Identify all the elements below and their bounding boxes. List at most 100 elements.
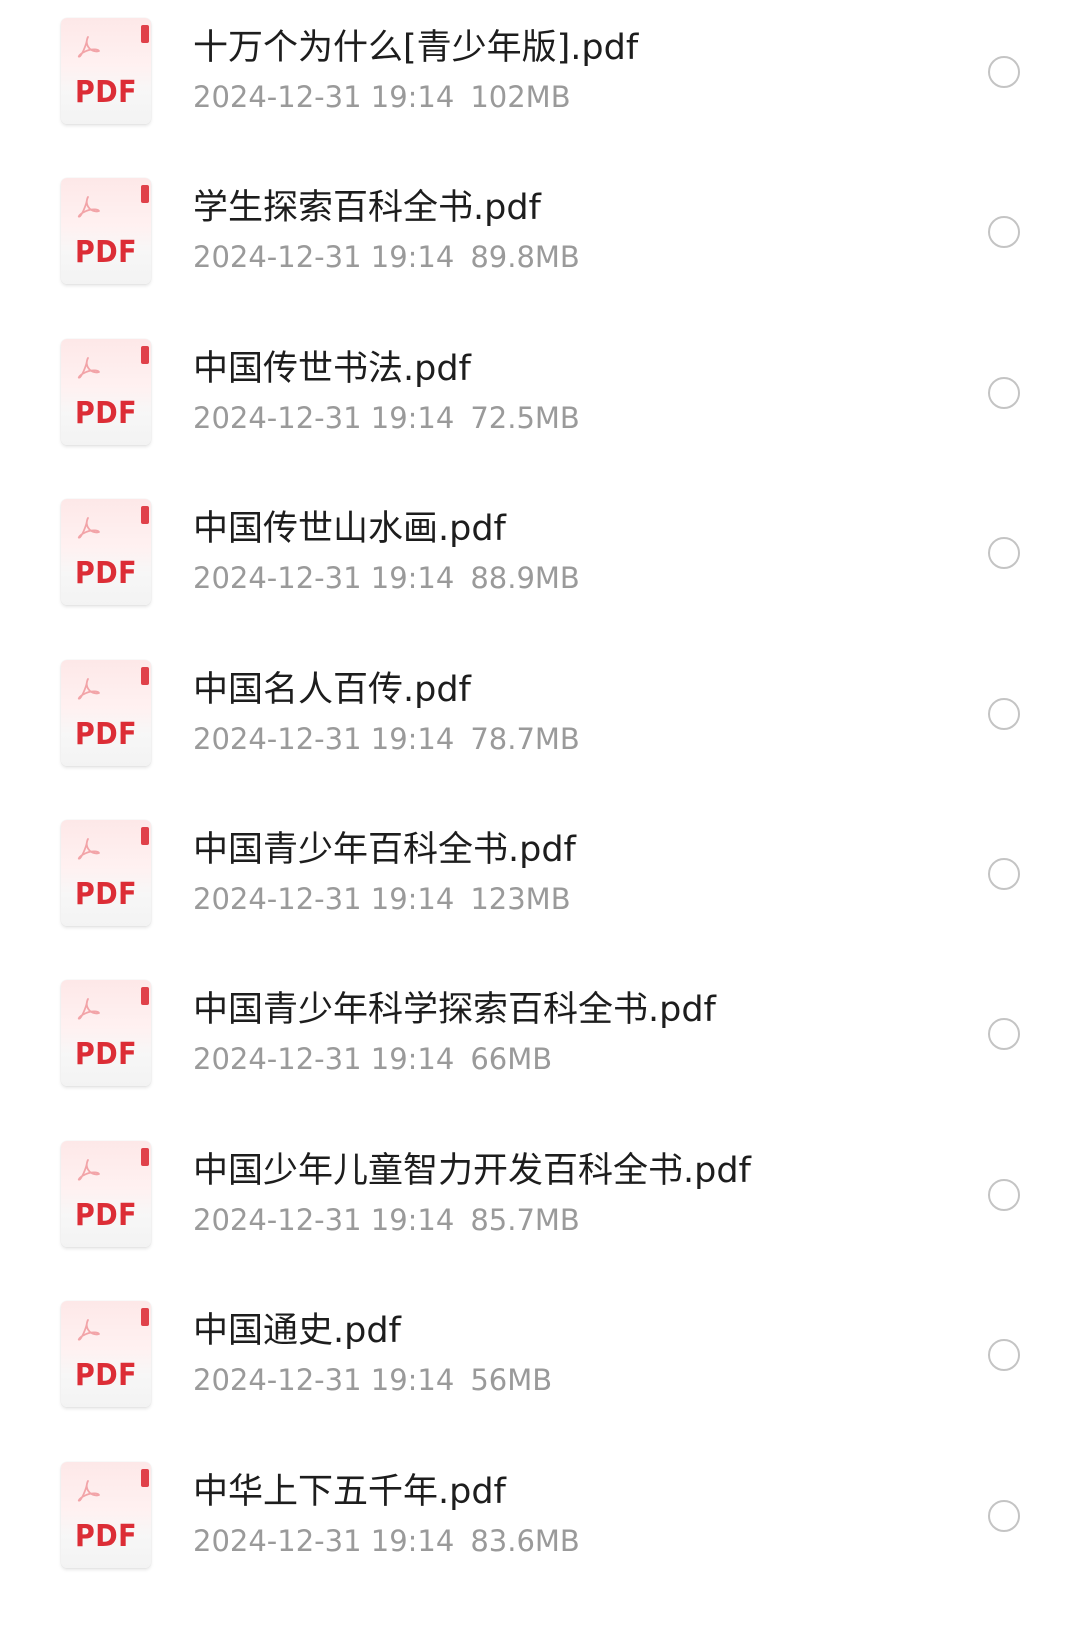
- pdf-icon-label: PDF: [74, 1358, 137, 1394]
- pdf-file-icon: PDF: [61, 178, 151, 285]
- select-radio-button[interactable]: [988, 216, 1020, 249]
- file-size: 89.8MB: [470, 240, 580, 275]
- file-meta: 2024-12-31 19:14 56MB: [193, 1360, 552, 1400]
- file-list-item[interactable]: PDF 中国通史.pdf 2024-12-31 19:14 56MB: [0, 1283, 1080, 1452]
- pdf-icon-label: PDF: [74, 1197, 137, 1233]
- pdf-icon-label: PDF: [74, 235, 137, 271]
- file-meta: 2024-12-31 19:14 85.7MB: [193, 1200, 580, 1240]
- file-date: 2024-12-31 19:14: [193, 721, 455, 756]
- file-size: 88.9MB: [470, 561, 580, 596]
- file-date: 2024-12-31 19:14: [193, 882, 455, 916]
- select-radio-button[interactable]: [988, 1339, 1020, 1372]
- file-list-item[interactable]: PDF 学生探索百科全书.pdf 2024-12-31 19:14 89.8MB: [0, 160, 1080, 329]
- file-date: 2024-12-31 19:14: [193, 240, 455, 275]
- pdf-icon-label: PDF: [74, 556, 137, 592]
- file-name: 学生探索百科全书.pdf: [193, 188, 541, 229]
- pdf-corner-tab: [141, 1468, 149, 1487]
- file-list-item[interactable]: PDF 中国传世山水画.pdf 2024-12-31 19:14 88.9MB: [0, 481, 1080, 650]
- file-list-item[interactable]: PDF 十万个为什么[青少年版].pdf 2024-12-31 19:14 102…: [0, 0, 1080, 169]
- pdf-file-icon: PDF: [61, 18, 151, 124]
- file-date: 2024-12-31 19:14: [193, 1202, 455, 1237]
- file-name: 中国青少年科学探索百科全书.pdf: [193, 990, 716, 1031]
- pdf-corner-tab: [141, 987, 149, 1006]
- pdf-file-icon: PDF: [61, 499, 151, 606]
- acrobat-logo-icon: [77, 36, 100, 58]
- file-date: 2024-12-31 19:14: [193, 1363, 455, 1398]
- file-name: 中国名人百传.pdf: [193, 669, 471, 710]
- acrobat-logo-icon: [77, 1479, 100, 1502]
- select-radio-button[interactable]: [988, 56, 1020, 88]
- pdf-file-icon: PDF: [61, 338, 151, 445]
- file-meta: 2024-12-31 19:14 89.8MB: [193, 237, 580, 277]
- select-radio-button[interactable]: [988, 1018, 1020, 1051]
- file-size: 72.5MB: [470, 400, 580, 435]
- pdf-icon-label: PDF: [74, 395, 137, 431]
- pdf-corner-tab: [141, 666, 149, 685]
- pdf-file-icon: PDF: [61, 1140, 151, 1247]
- acrobat-logo-icon: [77, 356, 100, 379]
- file-date: 2024-12-31 19:14: [193, 1042, 455, 1077]
- pdf-corner-tab: [141, 25, 149, 43]
- select-radio-button[interactable]: [988, 376, 1020, 409]
- acrobat-logo-icon: [77, 517, 100, 539]
- pdf-file-icon: PDF: [61, 659, 151, 766]
- acrobat-logo-icon: [77, 1319, 100, 1341]
- file-meta: 2024-12-31 19:14 88.9MB: [193, 558, 580, 598]
- file-name: 十万个为什么[青少年版].pdf: [193, 28, 639, 68]
- file-size: 56MB: [470, 1363, 553, 1398]
- pdf-icon-label: PDF: [74, 716, 137, 752]
- acrobat-logo-icon: [77, 998, 100, 1020]
- file-size: 85.7MB: [470, 1202, 580, 1237]
- pdf-corner-tab: [141, 1147, 149, 1166]
- file-date: 2024-12-31 19:14: [193, 80, 455, 114]
- file-list-item[interactable]: PDF 中华上下五千年.pdf 2024-12-31 19:14 83.6MB: [0, 1444, 1080, 1613]
- select-radio-button[interactable]: [988, 1499, 1020, 1532]
- file-name: 中国通史.pdf: [193, 1311, 401, 1352]
- file-meta: 2024-12-31 19:14 66MB: [193, 1039, 552, 1079]
- file-list-item[interactable]: PDF 中国传世书法.pdf 2024-12-31 19:14 72.5MB: [0, 321, 1080, 490]
- pdf-icon-label: PDF: [74, 877, 137, 912]
- file-date: 2024-12-31 19:14: [193, 1523, 455, 1558]
- acrobat-logo-icon: [77, 677, 100, 700]
- file-size: 66MB: [470, 1042, 553, 1077]
- file-size: 78.7MB: [470, 721, 580, 756]
- acrobat-logo-icon: [77, 1158, 100, 1181]
- file-meta: 2024-12-31 19:14 78.7MB: [193, 719, 580, 759]
- file-meta: 2024-12-31 19:14 102MB: [193, 77, 571, 117]
- select-radio-button[interactable]: [988, 1178, 1020, 1211]
- select-radio-button[interactable]: [988, 537, 1020, 570]
- file-meta: 2024-12-31 19:14 72.5MB: [193, 398, 580, 438]
- file-date: 2024-12-31 19:14: [193, 561, 455, 596]
- file-list-item[interactable]: PDF 中国青少年百科全书.pdf 2024-12-31 19:14 123MB: [0, 802, 1080, 971]
- pdf-corner-tab: [141, 827, 149, 845]
- file-name: 中国传世山水画.pdf: [193, 509, 506, 550]
- pdf-icon-label: PDF: [74, 1037, 137, 1073]
- pdf-corner-tab: [141, 345, 149, 364]
- file-name: 中国传世书法.pdf: [193, 348, 471, 389]
- file-size: 102MB: [470, 80, 571, 114]
- pdf-file-icon: PDF: [61, 1461, 151, 1568]
- acrobat-logo-icon: [77, 196, 100, 218]
- file-meta: 2024-12-31 19:14 123MB: [193, 879, 571, 919]
- pdf-icon-label: PDF: [74, 75, 137, 110]
- file-size: 83.6MB: [470, 1523, 580, 1558]
- file-name: 中华上下五千年.pdf: [193, 1471, 506, 1512]
- file-list-item[interactable]: PDF 中国名人百传.pdf 2024-12-31 19:14 78.7MB: [0, 642, 1080, 811]
- file-list: PDF 十万个为什么[青少年版].pdf 2024-12-31 19:14 102…: [0, 0, 1080, 1641]
- file-list-item[interactable]: PDF 中国青少年科学探索百科全书.pdf 2024-12-31 19:14 66…: [0, 962, 1080, 1131]
- file-name: 中国青少年百科全书.pdf: [193, 830, 576, 870]
- acrobat-logo-icon: [77, 838, 100, 860]
- pdf-file-icon: PDF: [61, 820, 151, 926]
- file-size: 123MB: [470, 882, 571, 916]
- pdf-corner-tab: [141, 506, 149, 525]
- pdf-corner-tab: [141, 1308, 149, 1327]
- pdf-file-icon: PDF: [61, 980, 151, 1087]
- select-radio-button[interactable]: [988, 858, 1020, 890]
- file-name: 中国少年儿童智力开发百科全书.pdf: [193, 1150, 751, 1191]
- select-radio-button[interactable]: [988, 697, 1020, 730]
- file-meta: 2024-12-31 19:14 83.6MB: [193, 1521, 580, 1561]
- pdf-corner-tab: [141, 185, 149, 204]
- file-list-item[interactable]: PDF 中国少年儿童智力开发百科全书.pdf 2024-12-31 19:14 8…: [0, 1123, 1080, 1292]
- pdf-icon-label: PDF: [74, 1518, 137, 1554]
- file-date: 2024-12-31 19:14: [193, 400, 455, 435]
